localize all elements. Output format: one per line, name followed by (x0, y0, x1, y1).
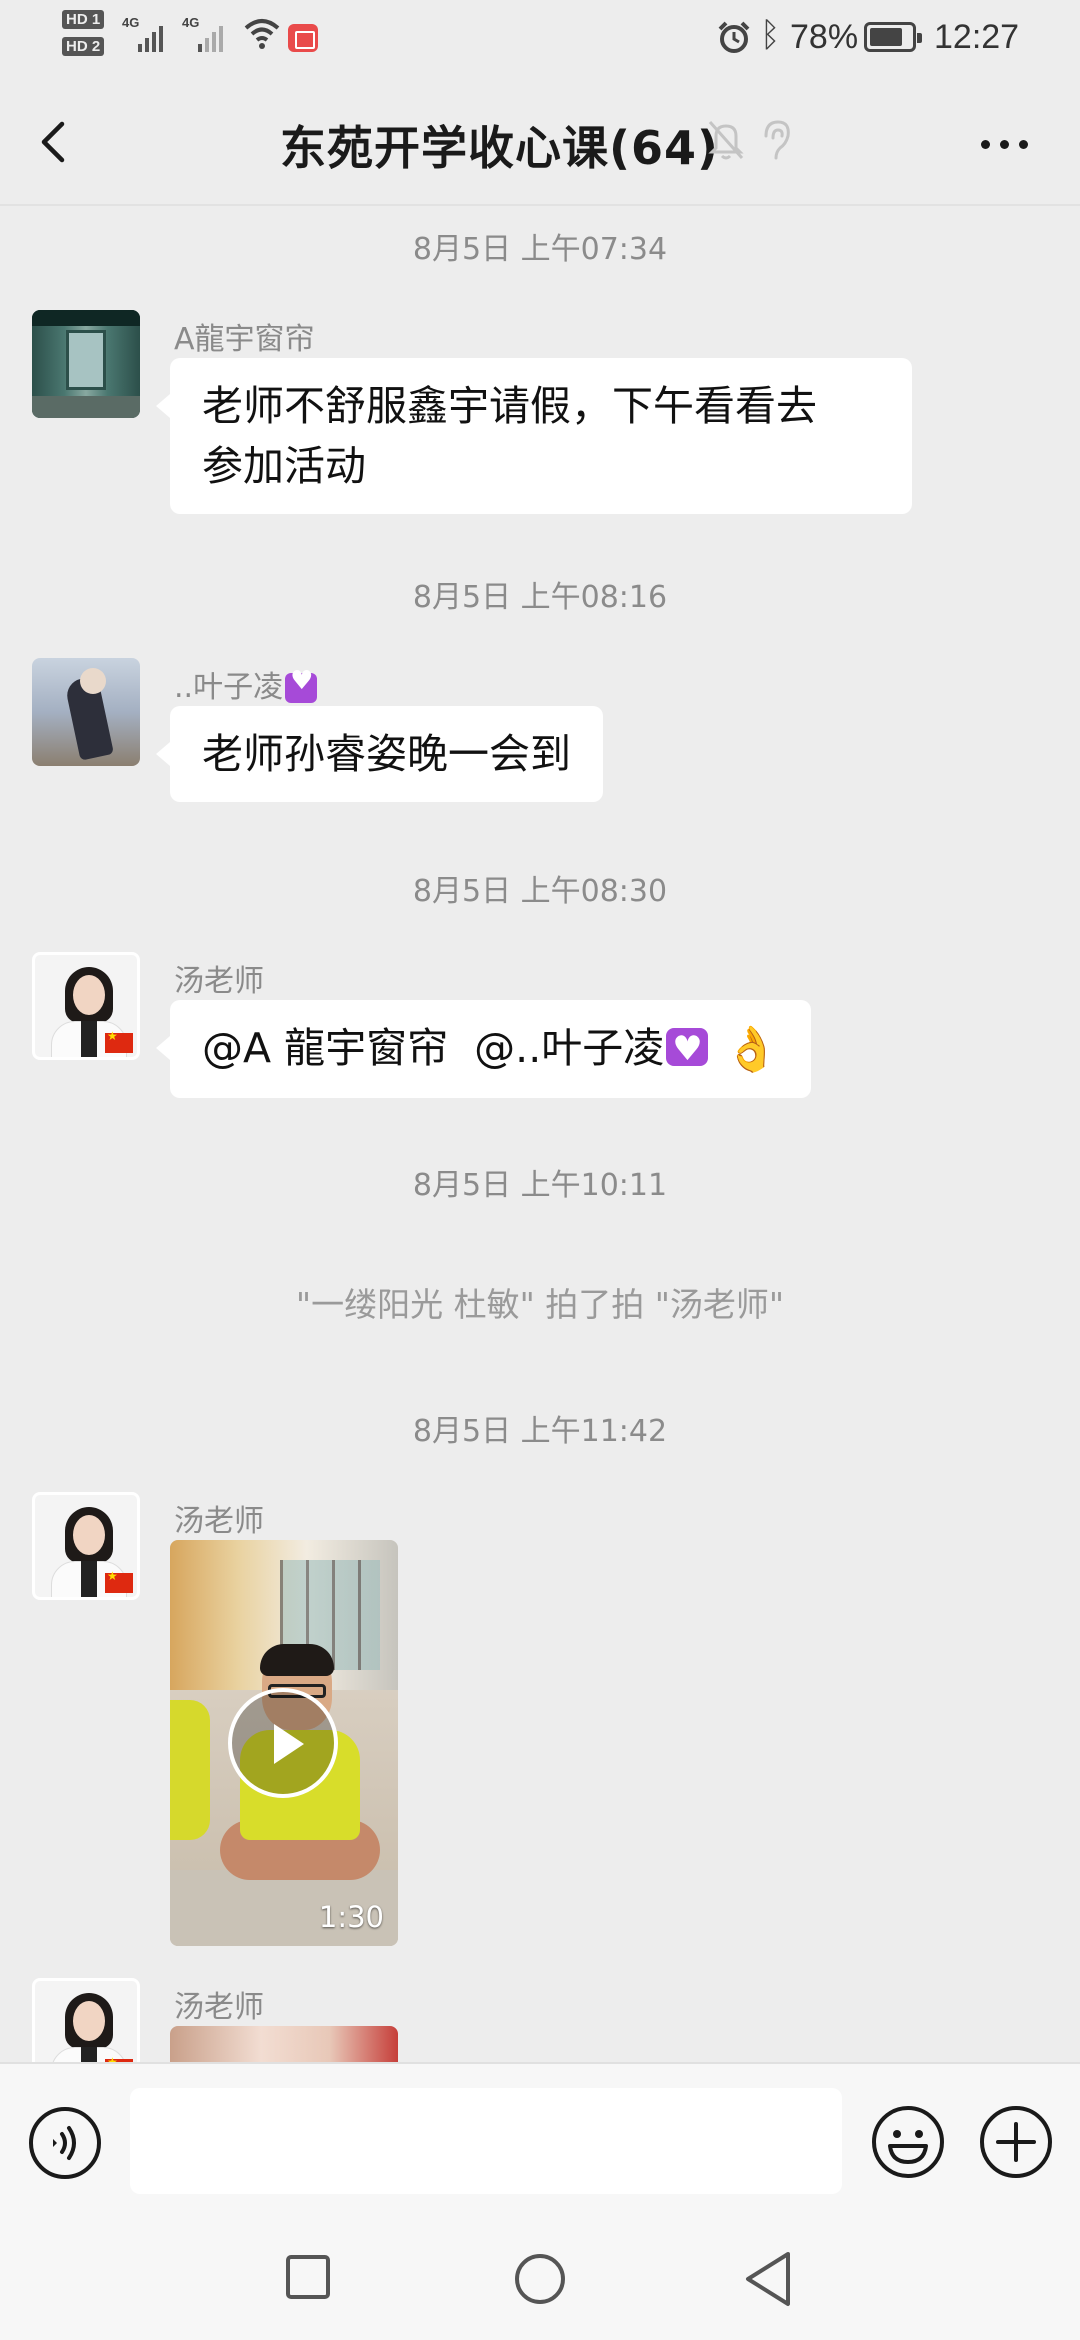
ok-hand-emoji-icon: 👌 (724, 1024, 780, 1075)
alarm-icon (718, 21, 750, 53)
timestamp: 8月5日 上午07:34 (412, 232, 668, 267)
hd1-label: HD 1 (62, 10, 105, 29)
home-button[interactable] (513, 2252, 567, 2306)
avatar[interactable] (32, 658, 140, 766)
message-input[interactable] (130, 2088, 842, 2194)
system-navigation-bar (0, 2214, 1080, 2340)
wifi-icon (244, 19, 280, 49)
message-list[interactable]: 8月5日 上午07:34 A龍宇窗帘 老师不舒服鑫宇请假，下午看看去 参加活动 … (0, 206, 1080, 2062)
voice-input-button[interactable] (28, 2106, 102, 2180)
purple-heart-emoji-icon (666, 1019, 709, 1079)
avatar[interactable] (32, 1492, 140, 1600)
image-message[interactable] (170, 2026, 398, 2062)
sender-name: ..叶子凌 (174, 662, 318, 706)
purple-heart-emoji-icon (285, 666, 318, 703)
sender-name: 汤老师 (174, 1504, 264, 1539)
chat-header: 东苑开学收心课(64) (0, 78, 1080, 206)
hd-indicator: HD 1 HD 2 (62, 10, 112, 64)
back-button[interactable] (28, 110, 84, 174)
mention[interactable]: @..叶子凌 (474, 1024, 664, 1072)
video-message[interactable]: 1:30 (170, 1540, 398, 1946)
battery-icon (864, 22, 922, 52)
emoji-button[interactable] (870, 2104, 946, 2180)
mention[interactable]: @A 龍宇窗帘 (202, 1024, 448, 1072)
sender-name: A龍宇窗帘 (174, 322, 315, 357)
video-duration: 1:30 (318, 1900, 384, 1934)
hd2-label: HD 2 (62, 37, 105, 56)
timestamp: 8月5日 上午11:42 (412, 1414, 668, 1449)
message-bubble[interactable]: 老师孙睿姿晚一会到 (156, 706, 603, 802)
avatar[interactable] (32, 952, 140, 1060)
book-app-icon (288, 24, 318, 52)
system-back-button[interactable] (742, 2250, 794, 2308)
timestamp: 8月5日 上午10:11 (412, 1168, 668, 1203)
battery-percent: 78% (790, 18, 859, 56)
input-bar (0, 2062, 1080, 2214)
clock: 12:27 (934, 18, 1020, 56)
message-bubble[interactable]: 老师不舒服鑫宇请假，下午看看去 参加活动 (156, 358, 912, 514)
timestamp: 8月5日 上午08:30 (412, 874, 668, 909)
more-options-button[interactable] (970, 118, 1040, 168)
chat-title: 东苑开学收心课(64) (280, 121, 720, 175)
avatar[interactable] (32, 310, 140, 418)
avatar[interactable] (32, 1978, 140, 2062)
timestamp: 8月5日 上午08:16 (412, 580, 668, 615)
status-bar: HD 1 HD 2 4G 4G ᛒ 78% 12:27 (0, 0, 1080, 78)
more-functions-button[interactable] (978, 2104, 1054, 2180)
ear-mode-icon (764, 120, 790, 160)
recent-apps-button[interactable] (285, 2254, 331, 2300)
message-bubble[interactable]: @A 龍宇窗帘 @..叶子凌 👌 (155, 1000, 812, 1098)
play-icon[interactable] (228, 1688, 338, 1798)
bluetooth-icon: ᛒ (760, 16, 781, 54)
mute-bell-icon (708, 121, 744, 160)
system-message: "一缕阳光 杜敏" 拍了拍 "汤老师" (295, 1285, 785, 1324)
sender-name: 汤老师 (174, 1990, 264, 2025)
sender-name: 汤老师 (174, 964, 264, 999)
